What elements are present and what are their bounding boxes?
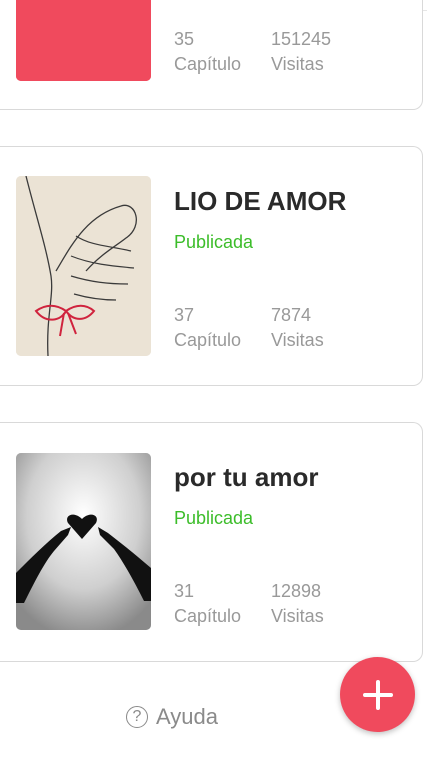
visits-count: 151245 [271,29,332,49]
visits-label: Visitas [271,54,324,74]
story-title[interactable]: LIO DE AMOR [174,186,346,217]
story-status: Publicada [174,232,254,252]
visits-label: Visitas [271,606,324,626]
chapters-count: 37 [174,305,195,325]
story-card[interactable]: por tu amor Publicada 31 Capítulo 12898 … [0,422,423,662]
story-title[interactable]: por tu amor [174,462,318,493]
story-cover-image[interactable]: Mariana Luz [16,0,151,81]
visits-count: 7874 [271,305,312,325]
visits-label: Visitas [271,330,324,350]
plus-icon [362,679,393,710]
add-story-button[interactable] [340,657,415,732]
help-link[interactable]: ? Ayuda [126,704,218,730]
story-status: Publicada [174,508,254,528]
visits-count: 12898 [271,581,322,601]
visits-stat: 12898 Visitas [271,579,324,629]
chapters-label: Capítulo [174,606,242,626]
chapters-stat: 31 Capítulo [174,579,241,629]
story-card[interactable]: Mariana Luz 35 Capítulo 151245 Visitas [0,0,423,110]
chapters-label: Capítulo [174,54,242,74]
question-circle-icon: ? [126,706,148,728]
chapters-label: Capítulo [174,330,242,350]
chapters-stat: 37 Capítulo [174,303,241,353]
chapters-count: 35 [174,29,195,49]
chapters-count: 31 [174,581,195,601]
visits-stat: 151245 Visitas [271,27,331,77]
help-label: Ayuda [156,704,218,729]
story-cover-image[interactable] [16,176,151,356]
chapters-stat: 35 Capítulo [174,27,241,77]
story-card[interactable]: LIO DE AMOR Publicada 37 Capítulo 7874 V… [0,146,423,386]
story-cover-image[interactable] [16,453,151,630]
visits-stat: 7874 Visitas [271,303,324,353]
